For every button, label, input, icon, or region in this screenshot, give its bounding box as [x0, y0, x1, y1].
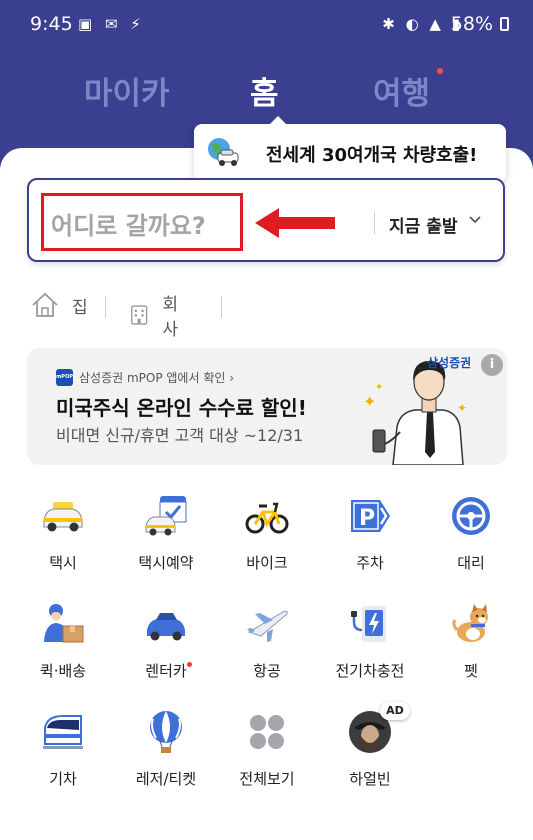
banner-source-row: mPOP 삼성증권 mPOP 앱에서 확인 ›	[56, 369, 234, 386]
mpop-logo: mPOP	[56, 369, 73, 386]
search-divider	[374, 212, 375, 234]
ad-badge: AD	[380, 702, 410, 720]
service-label: 택시	[49, 554, 77, 572]
top-tabs: 마이카 홈 여행	[0, 68, 533, 112]
service-harbin-ad[interactable]: AD 하얼빈	[317, 702, 423, 804]
notification-icons: ▣ ✉ ⚡	[78, 15, 145, 33]
building-icon	[131, 305, 148, 325]
service-train[interactable]: 기차	[10, 704, 116, 804]
svg-text:✦: ✦	[375, 382, 383, 393]
parking-icon: P	[351, 500, 390, 532]
info-icon[interactable]: i	[481, 354, 503, 376]
ev-charger-icon	[351, 606, 386, 642]
service-label: 전기차충전	[335, 662, 405, 680]
service-label: 항공	[253, 662, 281, 680]
bike-icon	[245, 502, 289, 534]
service-label: 대리	[457, 554, 485, 572]
destination-search-box[interactable]: 어디로 갈까요? 지금 출발	[27, 178, 505, 262]
grid-dots-icon	[250, 715, 284, 749]
delivery-person-icon	[44, 604, 84, 643]
service-rental-car[interactable]: 렌터카	[113, 596, 219, 696]
service-parking[interactable]: P 주차	[317, 488, 423, 588]
saved-place-home[interactable]: 집	[30, 290, 88, 320]
service-label: 하얼빈	[349, 770, 391, 788]
airplane-icon	[247, 610, 288, 642]
home-label: 집	[72, 297, 88, 318]
service-view-all[interactable]: 전체보기	[214, 704, 320, 804]
hot-air-balloon-icon	[150, 711, 182, 753]
service-label: 퀵·배송	[39, 662, 87, 680]
service-label: 레저/티켓	[135, 770, 197, 788]
saved-place-work[interactable]: 회사	[128, 290, 186, 340]
service-label: 주차	[356, 554, 384, 572]
depart-time-selector[interactable]: 지금 출발	[389, 212, 457, 237]
red-arrow-icon	[255, 208, 335, 238]
dog-icon	[452, 604, 488, 642]
globe-car-icon	[208, 138, 239, 166]
status-bar: 9:45 ▣ ✉ ⚡ ✱ ◐ ▲ ▮ 58%	[0, 0, 533, 48]
banner-title: 미국주식 온라인 수수료 할인!	[56, 396, 307, 420]
service-label: 바이크	[246, 554, 288, 572]
service-ev-charging[interactable]: 전기차충전	[317, 596, 423, 696]
service-label: 전체보기	[239, 770, 295, 788]
service-label: 기차	[49, 770, 77, 788]
battery-icon	[500, 17, 509, 31]
new-dot	[187, 662, 192, 667]
highlight-box	[41, 193, 243, 251]
service-leisure-ticket[interactable]: 레저/티켓	[113, 704, 219, 804]
service-label: 렌터카	[145, 662, 187, 680]
status-time: 9:45	[30, 13, 73, 35]
banner-brand: 삼성증권	[427, 356, 472, 370]
steering-wheel-icon	[452, 497, 490, 535]
service-label: 택시예약	[138, 554, 194, 572]
service-label: 펫	[464, 662, 478, 680]
tooltip-arrow	[269, 116, 287, 125]
chevron-down-icon[interactable]	[467, 212, 483, 228]
tooltip-text: 전세계 30여개국 차량호출!	[266, 145, 478, 166]
tab-travel[interactable]: 여행	[373, 68, 430, 113]
taxi-icon	[43, 502, 83, 532]
place-separator	[105, 296, 106, 318]
work-label: 회사	[162, 295, 178, 340]
home-icon	[32, 292, 58, 317]
calendar-taxi-icon	[145, 496, 187, 536]
service-taxi[interactable]: 택시	[10, 488, 116, 588]
service-bike[interactable]: 바이크	[214, 488, 320, 588]
global-ride-tooltip[interactable]: 전세계 30여개국 차량호출!	[194, 116, 506, 182]
svg-text:P: P	[359, 506, 375, 531]
svg-text:✦: ✦	[457, 401, 467, 415]
banner-source: 삼성증권 mPOP 앱에서 확인 ›	[79, 371, 235, 385]
tab-mycar[interactable]: 마이카	[84, 68, 170, 113]
rental-car-icon	[147, 613, 185, 641]
battery-level: 58%	[450, 13, 493, 35]
tab-home[interactable]: 홈	[250, 68, 279, 113]
banner-subtitle: 비대면 신규/휴면 고객 대상 ~12/31	[56, 426, 304, 445]
place-separator	[221, 296, 222, 318]
travel-new-dot	[437, 68, 443, 74]
service-flight[interactable]: 항공	[214, 596, 320, 696]
ad-banner[interactable]: mPOP 삼성증권 mPOP 앱에서 확인 › 미국주식 온라인 수수료 할인!…	[27, 348, 507, 465]
service-designated-driver[interactable]: 대리	[418, 488, 524, 588]
service-pet[interactable]: 펫	[418, 596, 524, 696]
service-taxi-reservation[interactable]: 택시예약	[113, 488, 219, 588]
service-quick-delivery[interactable]: 퀵·배송	[10, 596, 116, 696]
train-icon	[43, 715, 83, 749]
svg-text:✦: ✦	[363, 392, 376, 411]
